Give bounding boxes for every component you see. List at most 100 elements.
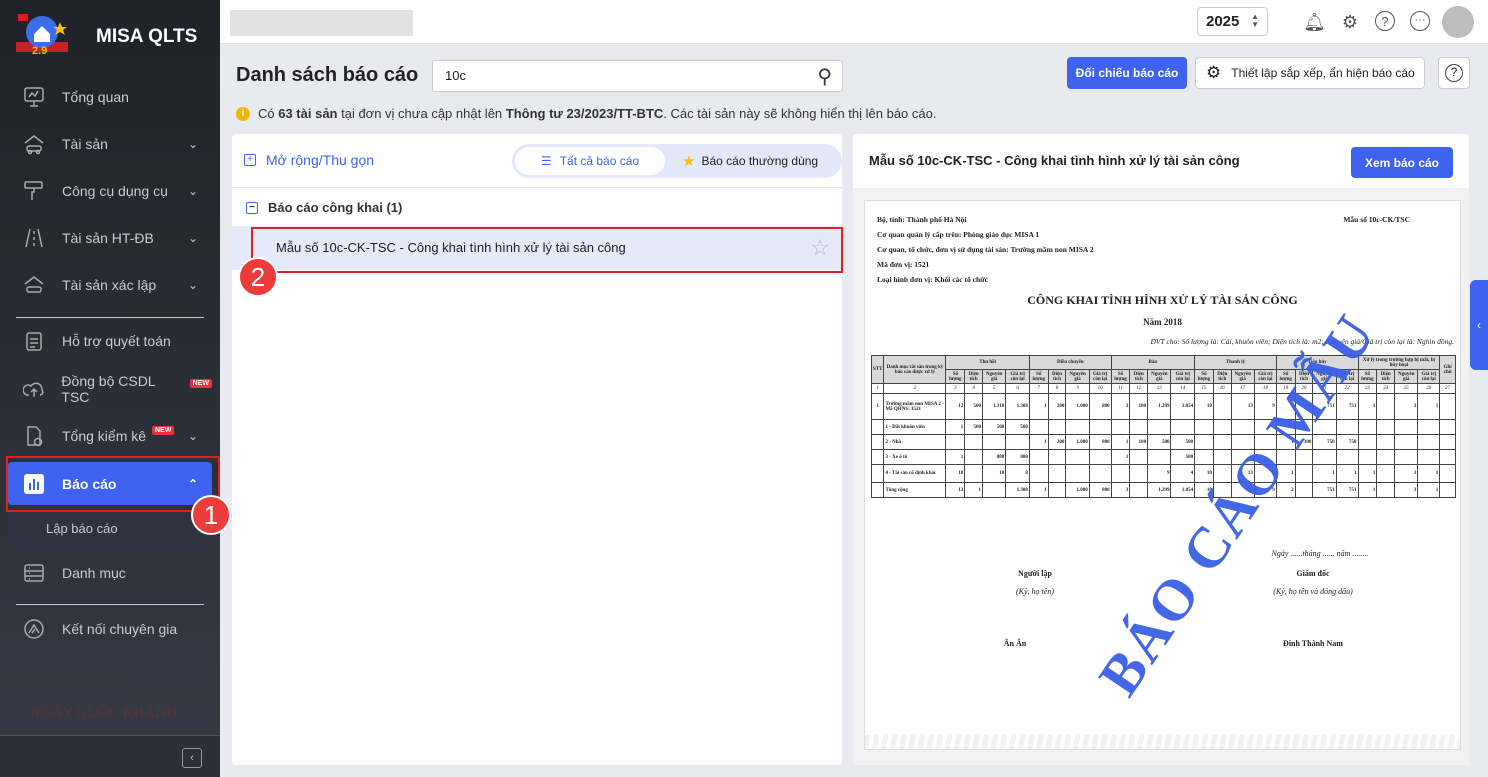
svg-text:2.9: 2.9 — [32, 45, 47, 57]
table-cell — [1088, 419, 1112, 435]
report-settings-button[interactable]: ⚙ Thiết lập sắp xếp, ẩn hiện báo cáo — [1195, 57, 1425, 89]
table-cell: 751 — [1335, 482, 1359, 498]
table-cell — [1088, 464, 1112, 483]
house-car-icon — [22, 132, 46, 156]
table-cell: 1 — [1028, 434, 1049, 450]
table-cell: 1 — [964, 482, 983, 498]
sub-header: Diện tích — [964, 369, 983, 384]
expand-collapse-button[interactable]: + Mở rộng/Thu gọn — [244, 152, 374, 168]
chevron-down-icon: ⌄ — [187, 231, 198, 245]
table-cell — [1439, 393, 1456, 420]
sidebar-item-inventory[interactable]: Tổng kiểm kê NEW ⌄ — [8, 416, 212, 456]
help-button[interactable]: ? — [1438, 57, 1470, 89]
table-cell — [1335, 449, 1359, 465]
report-meta: Cơ quan, tổ chức, đơn vị sử dụng tài sản… — [877, 245, 1094, 254]
report-group-public[interactable]: − Báo cáo công khai (1) — [246, 200, 402, 215]
table-cell — [1212, 393, 1232, 420]
sidebar-item-tools[interactable]: Công cụ dụng cụ ⌄ — [8, 171, 212, 211]
sub-header: Nguyên giá — [1394, 369, 1419, 384]
button-label: Thiết lập sắp xếp, ẩn hiện báo cáo — [1231, 66, 1415, 80]
sidebar-item-overview[interactable]: Tổng quan — [8, 77, 212, 117]
chevron-down-icon: ⌄ — [187, 278, 198, 292]
table-cell: 10 — [1194, 393, 1214, 420]
sidebar-item-settlement[interactable]: Hỗ trợ quyết toán — [8, 321, 212, 361]
nav-label: Đồng bộ CSDL TSC — [61, 373, 156, 405]
col-index: 15 — [1194, 383, 1214, 394]
sub-header: Nguyên giá — [1230, 369, 1255, 384]
collapse-sidebar-button[interactable]: ‹ — [182, 748, 202, 768]
table-cell — [1417, 434, 1441, 450]
table-cell — [1357, 434, 1378, 450]
group-header: Bán — [1110, 355, 1196, 370]
table-cell: 500 — [1147, 434, 1172, 450]
avatar[interactable] — [1442, 6, 1474, 38]
expand-label: Mở rộng/Thu gọn — [266, 152, 375, 168]
table-cell: 3 — [1394, 393, 1419, 420]
col-header: Ghi chú — [1439, 355, 1456, 384]
sub-header: Số lượng — [1110, 369, 1131, 384]
table-cell: 1 — [870, 393, 885, 420]
col-index: 7 — [1028, 383, 1049, 394]
gear-icon[interactable]: ⚙ — [1339, 11, 1361, 33]
star-icon: ★ — [682, 153, 696, 170]
search-icon[interactable]: ⚲ — [817, 64, 832, 89]
notice-text: Có 63 tài sản tại đơn vị chưa cập nhật l… — [258, 106, 937, 121]
table-cell: 13 — [1230, 393, 1255, 420]
date-line: Ngày ......tháng ...... năm ........ — [1271, 549, 1369, 558]
table-cell: 1 — [1417, 464, 1441, 483]
year-select[interactable]: 2025 ▲ ▼ — [1197, 7, 1268, 36]
tab-all-reports[interactable]: ☰ Tất cả báo cáo — [515, 147, 665, 175]
compare-reports-button[interactable]: Đối chiếu báo cáo — [1067, 57, 1187, 89]
info-icon: i — [236, 106, 250, 121]
sidebar-subitem-create-report[interactable]: Lập báo cáo — [8, 510, 212, 548]
plus-square-icon: + — [244, 154, 256, 166]
table-cell — [964, 449, 983, 465]
sub-header: Diện tích — [1047, 369, 1067, 384]
table-cell: 1.308 — [1005, 393, 1030, 420]
clipboard-icon — [22, 329, 46, 353]
search-input[interactable]: 10c ⚲ — [432, 60, 843, 92]
col-index: 13 — [1147, 383, 1172, 394]
nav-label: Tổng kiểm kê — [62, 428, 147, 444]
bell-icon[interactable]: 🔔︎ — [1303, 11, 1326, 33]
table-cell: 10 — [981, 464, 1007, 483]
table-cell: 3 — [1110, 393, 1131, 420]
tab-favorite-reports[interactable]: ★ Báo cáo thường dùng — [682, 147, 818, 175]
chevron-down-icon: ⌄ — [187, 184, 198, 198]
table-cell: 800 — [1005, 449, 1030, 465]
sidebar-item-catalog[interactable]: Danh mục — [8, 553, 212, 593]
table-cell: 1 — [1028, 393, 1049, 420]
sidebar-item-sync[interactable]: Đồng bộ CSDL TSC NEW — [8, 369, 212, 409]
help-icon[interactable]: ? — [1375, 11, 1395, 31]
table-cell: 3 — [1110, 482, 1131, 498]
table-cell: 1.000 — [1065, 434, 1090, 450]
tab-label: Báo cáo thường dùng — [701, 154, 819, 168]
table-cell — [1129, 464, 1149, 483]
table-cell: 500 — [964, 419, 983, 435]
table-cell: 1 — [1335, 464, 1359, 483]
sidebar-item-assets[interactable]: Tài sản ⌄ — [8, 124, 212, 164]
col-header: STT — [870, 355, 885, 384]
sidebar-item-expert[interactable]: Kết nối chuyên gia — [8, 609, 212, 649]
sidebar-item-infrastructure[interactable]: Tài sản HT-ĐB ⌄ — [8, 218, 212, 258]
document-check-icon — [22, 424, 46, 448]
col-index: 8 — [1047, 383, 1067, 394]
cloud-upload-icon — [22, 377, 45, 401]
sub-header: Diện tích — [1376, 369, 1396, 384]
table-cell: 200 — [1047, 434, 1067, 450]
sub-header: Số lượng — [1028, 369, 1049, 384]
director-label: Giám đốc — [1296, 569, 1330, 578]
table-cell: 1 - Đất khuôn viên — [883, 419, 947, 435]
sub-header: Giá trị còn lại — [1088, 369, 1112, 384]
col-index: 27 — [1439, 383, 1456, 394]
col-index: 23 — [1357, 383, 1378, 394]
table-cell — [1417, 419, 1441, 435]
view-report-button[interactable]: Xem báo cáo — [1351, 147, 1453, 178]
list-icon — [22, 561, 46, 585]
col-index: 11 — [1110, 383, 1131, 394]
table-cell — [1129, 449, 1149, 465]
more-icon[interactable]: ··· — [1410, 11, 1430, 31]
report-meta: Cơ quan quản lý cấp trên: Phòng giáo dục… — [877, 230, 1040, 239]
sidebar-item-established-assets[interactable]: Tài sản xác lập ⌄ — [8, 265, 212, 305]
collapse-preview-tab[interactable]: ‹ — [1470, 280, 1488, 370]
